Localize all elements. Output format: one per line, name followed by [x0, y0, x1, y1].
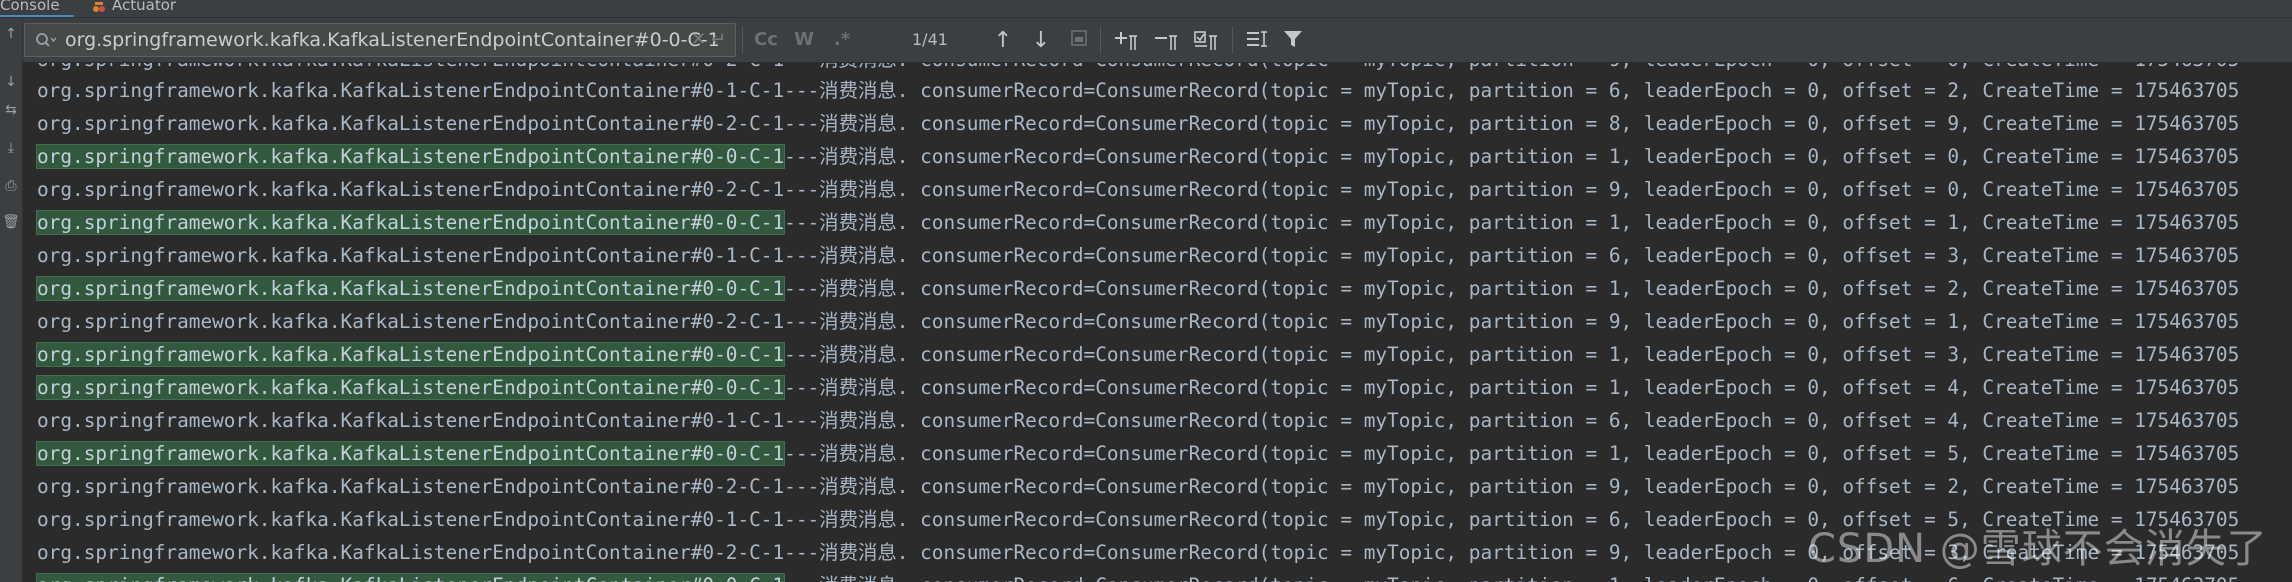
log-message: ---消费消息. consumerRecord=ConsumerRecord(t…	[784, 112, 2240, 135]
print-icon[interactable]: ⎙	[0, 178, 22, 194]
log-line: org.springframework.kafka.KafkaListenerE…	[37, 471, 2239, 502]
scroll-to-end-icon[interactable]: ⤓	[0, 140, 22, 156]
log-line: org.springframework.kafka.KafkaListenerE…	[35, 207, 2240, 238]
log-message: ---消费消息. consumerRecord=ConsumerRecord(t…	[784, 475, 2240, 498]
search-match-highlight: org.springframework.kafka.KafkaListenerE…	[35, 276, 786, 301]
tab-console[interactable]: Console	[0, 0, 74, 17]
log-line: org.springframework.kafka.KafkaListenerE…	[37, 240, 2239, 271]
regex-button[interactable]: .*	[828, 26, 856, 54]
console-left-toolbar: ↑ ↓ ⇆ ⤓ ⎙ 🗑	[0, 18, 23, 582]
log-container-name: org.springframework.kafka.KafkaListenerE…	[37, 508, 785, 531]
toolbar-separator	[1232, 26, 1233, 54]
log-message: ---消费消息. consumerRecord=ConsumerRecord(t…	[784, 244, 2240, 267]
multiline-icon[interactable]	[1244, 28, 1270, 54]
console-output[interactable]: org.springframework.kafka.KafkaListenerE…	[23, 63, 2292, 582]
tool-window-tab-bar: Console Actuator	[0, 0, 2292, 18]
clear-all-icon[interactable]: 🗑	[0, 214, 22, 230]
filter-icon[interactable]	[1280, 28, 1306, 54]
log-message: ---消费消息. consumerRecord=ConsumerRecord(t…	[784, 574, 2239, 582]
log-message: ---消费消息. consumerRecord=ConsumerRecord(t…	[784, 310, 2240, 333]
log-container-name: org.springframework.kafka.KafkaListenerE…	[37, 112, 785, 135]
tab-actuator[interactable]: Actuator	[92, 0, 176, 15]
log-container-name: org.springframework.kafka.KafkaListenerE…	[37, 541, 785, 564]
search-match-highlight: org.springframework.kafka.KafkaListenerE…	[35, 441, 786, 466]
add-selection-next-icon[interactable]	[1112, 28, 1144, 54]
log-line: org.springframework.kafka.KafkaListenerE…	[37, 75, 2239, 106]
scroll-down-icon[interactable]: ↓	[0, 74, 22, 90]
log-message: ---消费消息. consumerRecord=ConsumerRecord(t…	[784, 409, 2240, 432]
match-case-button[interactable]: Cc	[752, 26, 780, 54]
actuator-icon	[92, 0, 106, 13]
log-line: org.springframework.kafka.KafkaListenerE…	[35, 339, 2240, 370]
search-match-highlight: org.springframework.kafka.KafkaListenerE…	[35, 210, 786, 235]
search-field[interactable]: org.springframework.kafka.KafkaListenerE…	[24, 23, 736, 57]
log-line: org.springframework.kafka.KafkaListenerE…	[37, 174, 2239, 205]
log-container-name: org.springframework.kafka.KafkaListenerE…	[37, 409, 785, 432]
toolbar-separator	[1100, 26, 1101, 54]
search-match-highlight: org.springframework.kafka.KafkaListenerE…	[35, 342, 786, 367]
log-line: org.springframework.kafka.KafkaListenerE…	[35, 141, 2240, 172]
next-occurrence-icon[interactable]: ↓	[1028, 28, 1054, 54]
log-message: ---消费消息. consumerRecord=ConsumerRecord(t…	[784, 277, 2240, 300]
clear-search-icon[interactable]: ✕	[691, 30, 706, 50]
log-container-name: org.springframework.kafka.KafkaListenerE…	[37, 310, 785, 333]
log-line: org.springframework.kafka.KafkaListenerE…	[35, 372, 2240, 403]
select-all-occurrences-icon[interactable]	[1066, 28, 1092, 54]
search-match-highlight: org.springframework.kafka.KafkaListenerE…	[35, 573, 786, 582]
csdn-watermark: CSDN @雪球不会消失了	[1808, 526, 2268, 572]
log-container-name: org.springframework.kafka.KafkaListenerE…	[37, 178, 785, 201]
toolbar-separator	[742, 26, 743, 54]
tab-console-label: Console	[0, 0, 60, 14]
whole-words-button[interactable]: W	[790, 26, 818, 54]
search-icon[interactable]	[35, 32, 57, 54]
new-line-icon[interactable]: ↵	[711, 30, 726, 50]
log-message: ---消费消息. consumerRecord=ConsumerRecord(t…	[784, 211, 2240, 234]
log-message: ---消费消息. consumerRecord=ConsumerRecord(t…	[784, 442, 2240, 465]
log-container-name: org.springframework.kafka.KafkaListenerE…	[37, 475, 785, 498]
log-line: org.springframework.kafka.KafkaListenerE…	[35, 273, 2240, 304]
log-message: ---消费消息. consumerRecord=ConsumerRecord(t…	[784, 79, 2240, 102]
log-message: ---消费消息. consumerRecord=ConsumerRecord(t…	[784, 343, 2240, 366]
log-line-partial: org.springframework.kafka.KafkaListenerE…	[37, 63, 2239, 75]
log-container-name: org.springframework.kafka.KafkaListenerE…	[37, 244, 785, 267]
search-match-highlight: org.springframework.kafka.KafkaListenerE…	[35, 144, 786, 169]
unselect-occurrence-icon[interactable]	[1152, 28, 1184, 54]
match-counter: 1/41	[912, 30, 948, 49]
select-all-matches-icon[interactable]	[1192, 28, 1224, 54]
tab-actuator-label: Actuator	[112, 0, 177, 14]
scroll-up-icon[interactable]: ↑	[0, 26, 22, 42]
log-container-name: org.springframework.kafka.KafkaListenerE…	[37, 79, 785, 102]
log-line: org.springframework.kafka.KafkaListenerE…	[37, 306, 2239, 337]
log-message: ---消费消息. consumerRecord=ConsumerRecord(t…	[784, 376, 2240, 399]
search-input[interactable]: org.springframework.kafka.KafkaListenerE…	[65, 29, 720, 51]
log-message: ---消费消息. consumerRecord=ConsumerRecord(t…	[784, 145, 2240, 168]
log-line: org.springframework.kafka.KafkaListenerE…	[37, 108, 2239, 139]
previous-occurrence-icon[interactable]: ↑	[990, 28, 1016, 54]
search-match-highlight: org.springframework.kafka.KafkaListenerE…	[35, 375, 786, 400]
log-message: ---消费消息. consumerRecord=ConsumerRecord(t…	[784, 178, 2240, 201]
soft-wrap-icon[interactable]: ⇆	[0, 102, 22, 118]
log-line: org.springframework.kafka.KafkaListenerE…	[35, 438, 2240, 469]
log-line: org.springframework.kafka.KafkaListenerE…	[37, 405, 2239, 436]
